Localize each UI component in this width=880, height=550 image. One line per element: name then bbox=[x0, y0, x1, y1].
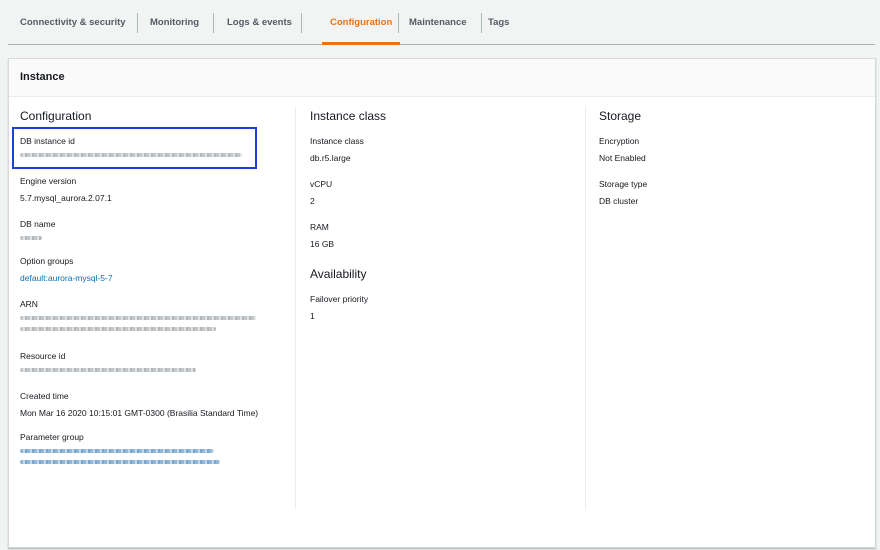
tab-monitoring[interactable]: Monitoring bbox=[150, 0, 199, 44]
failover-priority-value: 1 bbox=[310, 311, 315, 321]
ram-label: RAM bbox=[310, 222, 329, 232]
failover-priority-label: Failover priority bbox=[310, 294, 369, 304]
arn-field: ARN bbox=[20, 299, 275, 331]
created-time-label: Created time bbox=[20, 391, 69, 401]
redacted-parameter-group-line-1[interactable] bbox=[20, 449, 214, 453]
vcpu-field: vCPU 2 bbox=[310, 179, 570, 207]
parameter-group-field: Parameter group bbox=[20, 432, 275, 464]
storage-heading: Storage bbox=[599, 109, 642, 123]
engine-version-field: Engine version 5.7.mysql_aurora.2.07.1 bbox=[20, 176, 275, 204]
configuration-heading: Configuration bbox=[20, 109, 92, 123]
tab-divider bbox=[301, 13, 302, 33]
instance-panel: Instance Configuration DB instance id En… bbox=[8, 58, 876, 548]
parameter-group-label: Parameter group bbox=[20, 432, 84, 442]
ram-value: 16 GB bbox=[310, 239, 335, 249]
failover-priority-field: Failover priority 1 bbox=[310, 294, 570, 322]
tab-maintenance[interactable]: Maintenance bbox=[409, 0, 467, 44]
db-name-label: DB name bbox=[20, 219, 56, 229]
option-groups-field: Option groups default:aurora-mysql-5-7 bbox=[20, 256, 275, 284]
created-time-field: Created time Mon Mar 16 2020 10:15:01 GM… bbox=[20, 391, 275, 419]
instance-class-value: db.r5.large bbox=[310, 153, 351, 163]
instance-class-label: Instance class bbox=[310, 136, 364, 146]
vcpu-label: vCPU bbox=[310, 179, 333, 189]
tab-connectivity-security[interactable]: Connectivity & security bbox=[20, 0, 126, 44]
resource-id-label: Resource id bbox=[20, 351, 66, 361]
redacted-db-name bbox=[20, 236, 42, 240]
tab-divider bbox=[137, 13, 138, 33]
resource-id-field: Resource id bbox=[20, 351, 275, 372]
storage-column: Storage Encryption Not Enabled Storage t… bbox=[599, 109, 859, 218]
db-instance-id-highlight-box bbox=[12, 127, 257, 169]
redacted-arn-line-1 bbox=[20, 316, 256, 320]
storage-type-value: DB cluster bbox=[599, 196, 639, 206]
ram-field: RAM 16 GB bbox=[310, 222, 570, 250]
redacted-arn-line-2 bbox=[20, 327, 216, 331]
tab-divider bbox=[398, 13, 399, 33]
tab-divider bbox=[213, 13, 214, 33]
instance-class-column: Instance class Instance class db.r5.larg… bbox=[310, 109, 570, 333]
engine-version-value: 5.7.mysql_aurora.2.07.1 bbox=[20, 193, 112, 203]
panel-title: Instance bbox=[20, 71, 65, 83]
tab-tags[interactable]: Tags bbox=[488, 0, 509, 44]
vcpu-value: 2 bbox=[310, 196, 315, 206]
created-time-value: Mon Mar 16 2020 10:15:01 GMT-0300 (Brasi… bbox=[20, 408, 259, 418]
availability-heading: Availability bbox=[310, 267, 367, 281]
encryption-field: Encryption Not Enabled bbox=[599, 136, 859, 164]
db-name-field: DB name bbox=[20, 219, 275, 240]
option-group-link[interactable]: default:aurora-mysql-5-7 bbox=[20, 273, 275, 284]
encryption-label: Encryption bbox=[599, 136, 640, 146]
instance-class-heading: Instance class bbox=[310, 109, 387, 123]
tab-bar: Connectivity & security Monitoring Logs … bbox=[8, 0, 875, 45]
redacted-parameter-group-line-2[interactable] bbox=[20, 460, 220, 464]
option-groups-label: Option groups bbox=[20, 256, 74, 266]
tab-divider bbox=[481, 13, 482, 33]
storage-type-label: Storage type bbox=[599, 179, 648, 189]
column-divider bbox=[295, 107, 296, 509]
instance-class-field: Instance class db.r5.large bbox=[310, 136, 570, 164]
redacted-resource-id bbox=[20, 368, 196, 372]
arn-label: ARN bbox=[20, 299, 38, 309]
encryption-value: Not Enabled bbox=[599, 153, 646, 163]
panel-header: Instance bbox=[9, 59, 875, 97]
column-divider bbox=[585, 107, 586, 509]
storage-type-field: Storage type DB cluster bbox=[599, 179, 859, 207]
tab-logs-events[interactable]: Logs & events bbox=[227, 0, 292, 44]
tab-configuration[interactable]: Configuration bbox=[321, 0, 401, 45]
engine-version-label: Engine version bbox=[20, 176, 77, 186]
